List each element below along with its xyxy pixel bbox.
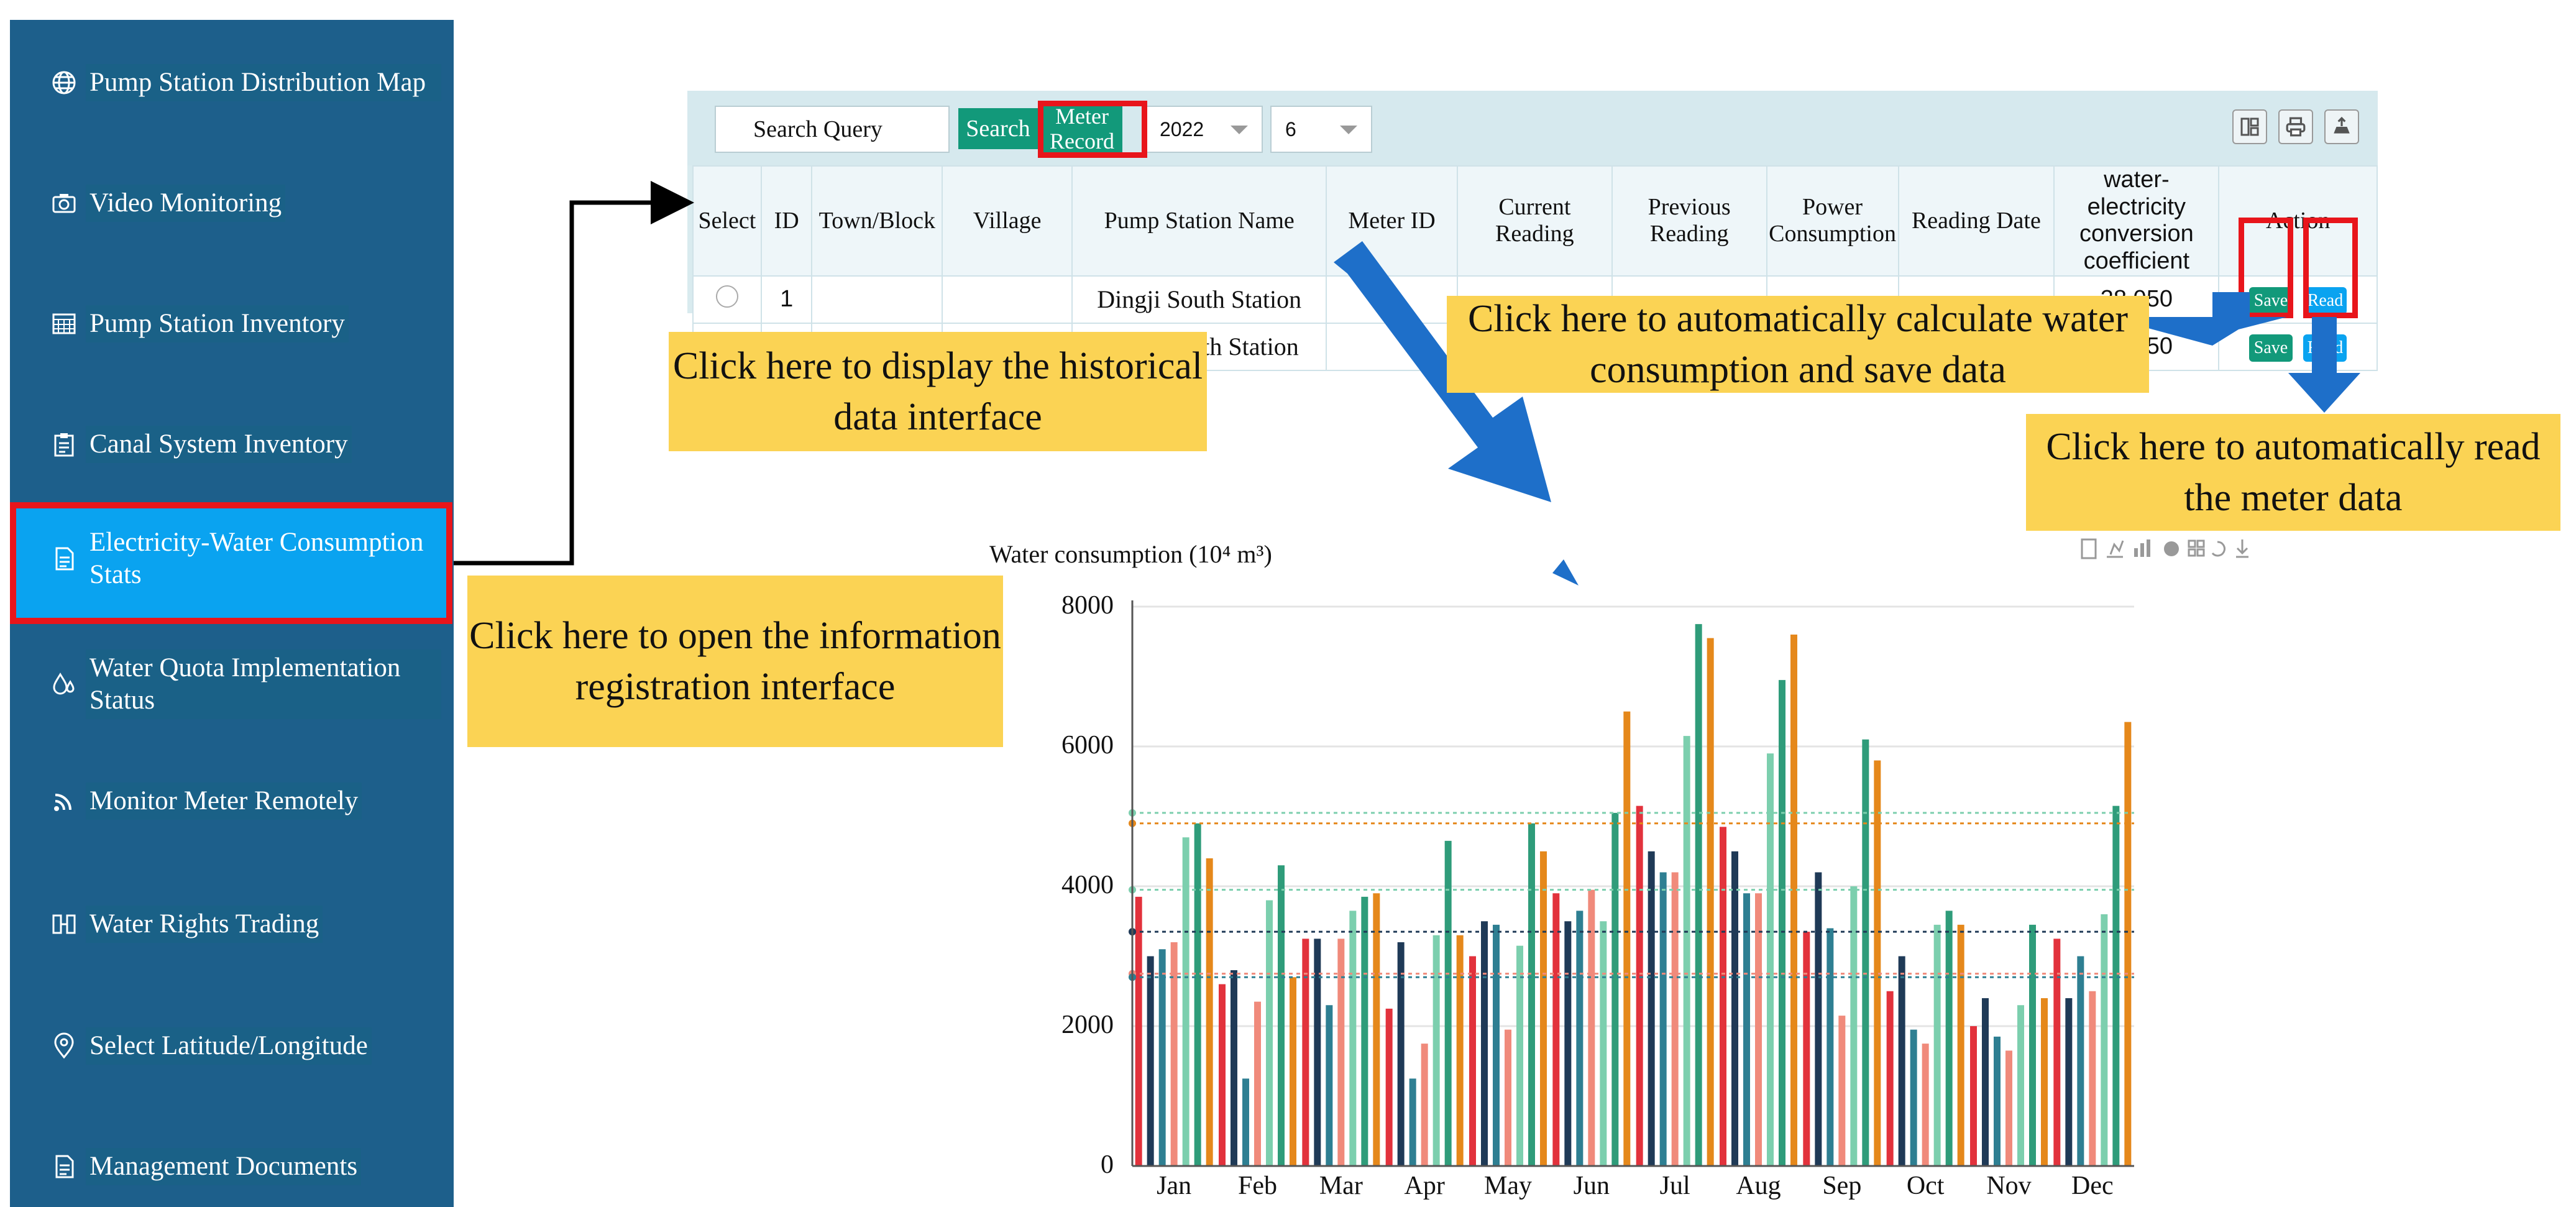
chart-bar (1481, 921, 1488, 1166)
chart-bar (1231, 970, 1237, 1166)
chart-bar (1182, 837, 1189, 1166)
chart-bar (1456, 935, 1464, 1166)
chart-bar (1957, 924, 1964, 1166)
chart-bar (1505, 1029, 1511, 1166)
chart-bar (1707, 638, 1714, 1166)
chart-bar (2101, 914, 2108, 1166)
chart-bar (1898, 956, 1905, 1166)
chart-bar (1266, 900, 1273, 1166)
chart-bar (1767, 753, 1774, 1166)
chart-bar (1493, 924, 1500, 1166)
chart-bar (1432, 935, 1440, 1166)
chart-bar (1373, 893, 1380, 1166)
chart-bar (1803, 932, 1810, 1166)
chart-bar (1611, 812, 1619, 1166)
chart-bar (1219, 984, 1226, 1166)
chart-bar (1755, 893, 1762, 1166)
chart-bar (2089, 991, 2096, 1166)
chart-bar (1564, 921, 1572, 1166)
chart-bar (1874, 760, 1881, 1166)
chart-bar (1158, 949, 1166, 1166)
chart-bar (1779, 680, 1785, 1166)
chart-bar (1361, 896, 1368, 1166)
chart-bar (1636, 805, 1643, 1166)
chart-bar (1290, 977, 1296, 1166)
chart-bar (1970, 1026, 1977, 1166)
chart-bar (1815, 872, 1822, 1166)
chart-bar (1278, 865, 1285, 1166)
chart-bar (1945, 911, 1953, 1166)
chart-bar (1994, 1036, 2001, 1166)
chart-bar (1194, 823, 1201, 1166)
chart-bar (2041, 998, 2048, 1166)
chart-bar (1242, 1078, 1249, 1166)
chart-bar (1838, 1016, 1846, 1166)
chart-bar (1982, 998, 1989, 1166)
chart-bar (1397, 942, 1405, 1166)
chart-bar (1743, 893, 1750, 1166)
chart-bar (2124, 722, 2132, 1166)
chart-bar (1409, 1078, 1416, 1166)
water-consumption-chart (1129, 600, 2134, 1167)
chart-bar (1850, 886, 1858, 1166)
chart-bar (1576, 911, 1584, 1166)
chart-bar (1516, 945, 1523, 1166)
chart-bar (1385, 1008, 1393, 1166)
chart-bar (1552, 893, 1560, 1166)
chart-bar (1933, 924, 1941, 1166)
chart-bar (1648, 851, 1655, 1166)
chart-bar (1147, 956, 1154, 1166)
chart-bar (1720, 827, 1726, 1166)
chart-bar (1421, 1044, 1428, 1166)
chart-bar (1623, 711, 1631, 1166)
chart-bar (1326, 1005, 1333, 1166)
chart-bar (1600, 921, 1607, 1166)
chart-bar (1731, 851, 1738, 1166)
chart-bar (2065, 998, 2073, 1166)
chart-bar (1540, 851, 1547, 1166)
chart-bar (1170, 942, 1178, 1166)
chart-bar (1886, 991, 1894, 1166)
chart-bar (2077, 956, 2084, 1166)
chart-bar (1659, 872, 1667, 1166)
chart-bar (1827, 928, 1834, 1166)
chart-bar (1135, 896, 1142, 1166)
chart-bar (1469, 956, 1476, 1166)
chart-bar (2112, 805, 2120, 1166)
chart-bar (1254, 1001, 1261, 1166)
chart-bar (1695, 624, 1702, 1166)
chart-bar (1922, 1044, 1929, 1166)
chart-bar (1206, 858, 1213, 1166)
chart-bar (1349, 911, 1357, 1166)
chart-bar (1671, 872, 1679, 1166)
chart-bar (1683, 736, 1690, 1166)
chart-bar (1910, 1029, 1917, 1166)
chart-bar (1862, 739, 1869, 1166)
chart-bar (2005, 1050, 2012, 1166)
chart-bar (2017, 1005, 2024, 1166)
chart-bar (2029, 924, 2036, 1166)
chart-bar (1528, 823, 1535, 1166)
chart-bar (1790, 635, 1797, 1166)
